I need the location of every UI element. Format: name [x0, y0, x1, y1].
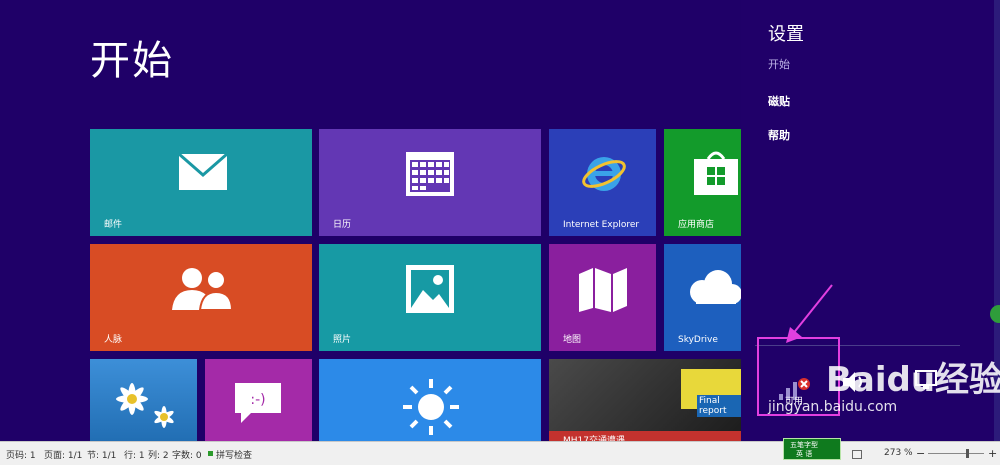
status-row: 行: 1	[124, 451, 145, 461]
tile-label: Internet Explorer	[563, 220, 640, 230]
layout-icon[interactable]	[852, 450, 862, 459]
maps-icon	[579, 268, 627, 312]
news-sublabel: Final report	[697, 395, 744, 417]
charm-title: 设置	[768, 24, 804, 45]
people-icon	[172, 268, 234, 311]
tile-label: SkyDrive	[678, 335, 718, 345]
news-label: MH17交通遭遇	[563, 436, 625, 441]
status-bar: 页码: 1 页面: 1/1 节: 1/1 行: 1 列: 2 字数: 0 拼写检…	[0, 441, 1000, 465]
tile-label: 日历	[333, 220, 352, 230]
page-title: 开始	[90, 38, 174, 84]
status-spellcheck[interactable]: 拼写检查	[216, 448, 252, 461]
tile-people[interactable]: 人脉	[90, 244, 312, 351]
zoom-out-button[interactable]: −	[916, 447, 925, 460]
tile-store[interactable]: 应用商店	[664, 129, 744, 236]
mail-icon	[178, 153, 228, 190]
baidu-watermark: Baidu经验 jingyan.baidu.com	[768, 352, 1000, 415]
internet-explorer-icon	[582, 157, 626, 191]
tile-desktop[interactable]	[90, 359, 197, 441]
tile-label: 照片	[333, 335, 352, 345]
tile-label: 人脉	[104, 335, 123, 345]
tile-maps[interactable]: 地图	[549, 244, 656, 351]
tile-label: 地图	[563, 335, 582, 345]
tile-label: 应用商店	[678, 220, 715, 230]
zoom-in-button[interactable]: +	[988, 447, 997, 460]
tile-weather[interactable]	[319, 359, 541, 441]
messaging-icon: :-)	[235, 383, 281, 423]
tile-skydrive[interactable]: SkyDrive	[664, 244, 744, 351]
cloud-icon	[690, 270, 742, 304]
zoom-slider-thumb[interactable]	[966, 449, 969, 458]
tile-mail[interactable]: 邮件	[90, 129, 312, 236]
sun-icon	[403, 379, 459, 435]
tile-calendar[interactable]: 日历	[319, 129, 541, 236]
tile-photos[interactable]: 照片	[319, 244, 541, 351]
ime-toolbar[interactable]: 五笔字型 英 语	[783, 438, 841, 460]
status-section: 节: 1/1	[87, 451, 117, 461]
ime-mode: 英 语	[796, 450, 813, 458]
charm-subtitle: 开始	[768, 58, 790, 71]
zoom-slider-track[interactable]	[928, 453, 984, 454]
status-col: 列: 2	[148, 451, 169, 461]
tile-messaging[interactable]: :-)	[205, 359, 312, 441]
tile-news[interactable]: Final report MH17交通遭遇	[549, 359, 744, 441]
svg-text::-): :-)	[250, 392, 265, 408]
watermark-url: jingyan.baidu.com	[768, 399, 898, 415]
watermark-brand: Baidu经验	[826, 360, 1000, 400]
status-page: 页面: 1/1	[44, 451, 83, 461]
spellcheck-icon	[208, 451, 213, 456]
status-page-code: 页码: 1	[6, 451, 36, 461]
calendar-icon	[406, 152, 454, 196]
status-zoom: 273 %	[884, 448, 913, 458]
flower-icon	[116, 383, 174, 428]
annotation-arrow	[786, 284, 833, 343]
charm-item-help[interactable]: 帮助	[768, 127, 790, 143]
store-icon	[694, 151, 738, 195]
tile-internet-explorer[interactable]: Internet Explorer	[549, 129, 656, 236]
tile-label: 邮件	[104, 220, 123, 230]
status-word-count: 字数: 0	[172, 451, 202, 461]
photos-icon	[406, 265, 454, 313]
charm-item-tiles[interactable]: 磁贴	[768, 93, 790, 109]
start-screen: 开始 邮件 日历 Internet Explorer 应用商店 人脉 照片 地图…	[0, 0, 1000, 441]
